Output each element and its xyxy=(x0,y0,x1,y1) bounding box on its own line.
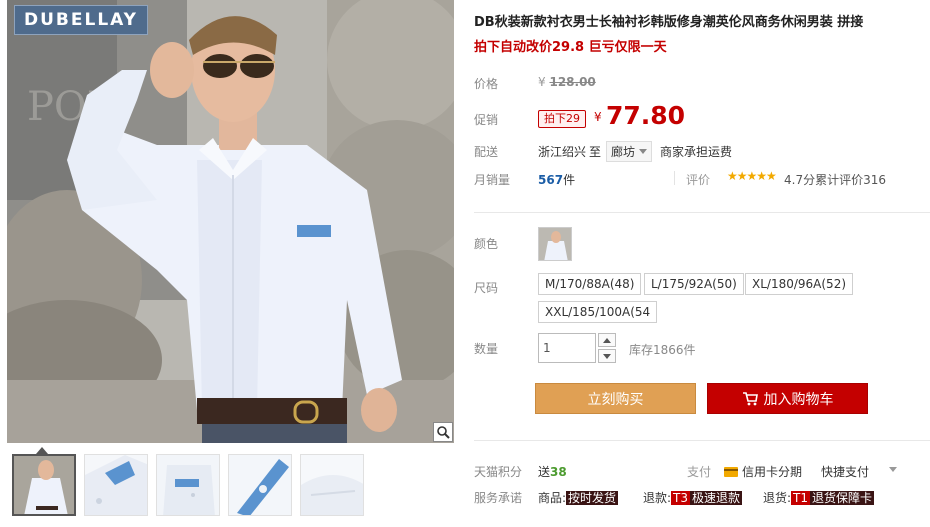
destination-value: 廊坊 xyxy=(611,145,636,159)
review-summary[interactable]: 4.7分累计评价316 xyxy=(784,171,886,188)
price-currency: ¥ xyxy=(594,110,602,124)
magnifier-icon xyxy=(437,426,450,439)
quantity-input[interactable]: 1 xyxy=(538,333,596,363)
thumbnail-2[interactable] xyxy=(84,454,148,516)
product-subtitle: 拍下自动改价29.8 巨亏仅限一天 xyxy=(474,40,667,55)
add-to-cart-label: 加入购物车 xyxy=(763,391,834,408)
divider xyxy=(674,171,675,185)
size-label: 尺码 xyxy=(474,281,499,295)
model-photo: POR xyxy=(7,0,454,443)
ship-to-label: 至 xyxy=(589,145,602,159)
credit-card-icon xyxy=(724,466,738,477)
cart-icon xyxy=(742,391,758,405)
rating-stars: ★★★★★ xyxy=(727,169,777,183)
monthly-sales-label: 月销量 xyxy=(474,173,511,187)
size-option-xl[interactable]: XL/180/96A(52) xyxy=(745,273,854,295)
buy-now-button[interactable]: 立刻购买 xyxy=(535,383,696,414)
thumbnail-4[interactable] xyxy=(228,454,292,516)
main-product-image[interactable]: POR DUBELLAY xyxy=(7,0,454,443)
shipping-fee: 商家承担运费 xyxy=(660,145,733,159)
add-to-cart-button[interactable]: 加入购物车 xyxy=(707,383,868,414)
color-swatch[interactable] xyxy=(538,227,572,261)
size-option-m[interactable]: M/170/88A(48) xyxy=(538,273,642,295)
service-ship-on-time[interactable]: 商品: 按时发货 xyxy=(538,489,619,506)
destination-select[interactable]: 廊坊 xyxy=(606,141,653,162)
price-label: 价格 xyxy=(474,77,499,91)
thumbnail-3[interactable] xyxy=(156,454,220,516)
quantity-decrease-button[interactable] xyxy=(598,349,616,363)
current-price: 77.80 xyxy=(606,101,686,130)
shipping-label: 配送 xyxy=(474,145,499,159)
promo-tag: 拍下29 xyxy=(538,110,586,128)
chevron-down-icon xyxy=(603,353,611,359)
review-label: 评价 xyxy=(686,173,711,187)
monthly-sales: 567件 xyxy=(538,173,576,187)
quick-pay[interactable]: 快捷支付 xyxy=(821,463,869,480)
color-label: 颜色 xyxy=(474,237,499,251)
brand-logo: DUBELLAY xyxy=(14,5,148,35)
quantity-label: 数量 xyxy=(474,342,499,356)
thumb-caret xyxy=(36,447,48,454)
points-label: 天猫积分 xyxy=(474,465,523,479)
size-option-l[interactable]: L/175/92A(50) xyxy=(644,273,744,295)
thumbnail-strip xyxy=(12,454,364,520)
chevron-down-icon xyxy=(639,149,648,154)
product-title: DB秋装新款衬衣男士长袖衬衫韩版修身潮英伦风商务休闲男装 拼接 xyxy=(474,15,864,30)
quantity-increase-button[interactable] xyxy=(598,333,616,347)
points-value: 送38 xyxy=(538,465,567,479)
caret-down-icon[interactable] xyxy=(889,467,897,472)
section-divider xyxy=(474,440,930,441)
original-price: ¥ 128.00 xyxy=(538,75,596,89)
chevron-up-icon xyxy=(603,337,611,343)
credit-card-installment[interactable]: 信用卡分期 xyxy=(724,463,802,480)
thumbnail-1[interactable] xyxy=(12,454,76,516)
stock-count: 库存1866件 xyxy=(629,343,696,357)
zoom-button[interactable] xyxy=(433,422,453,442)
thumbnail-5[interactable] xyxy=(300,454,364,516)
payment-label: 支付 xyxy=(687,465,712,479)
size-option-xxl[interactable]: XXL/185/100A(54 xyxy=(538,301,658,323)
buy-now-label: 立刻购买 xyxy=(587,391,644,408)
service-fast-refund[interactable]: 退款: T3 极速退款 xyxy=(643,489,743,506)
ship-from: 浙江绍兴 xyxy=(538,145,587,159)
promo-label: 促销 xyxy=(474,113,499,127)
section-divider xyxy=(474,212,930,213)
service-return-card[interactable]: 退货: T1 退货保障卡 xyxy=(763,489,875,506)
service-label: 服务承诺 xyxy=(474,491,523,505)
